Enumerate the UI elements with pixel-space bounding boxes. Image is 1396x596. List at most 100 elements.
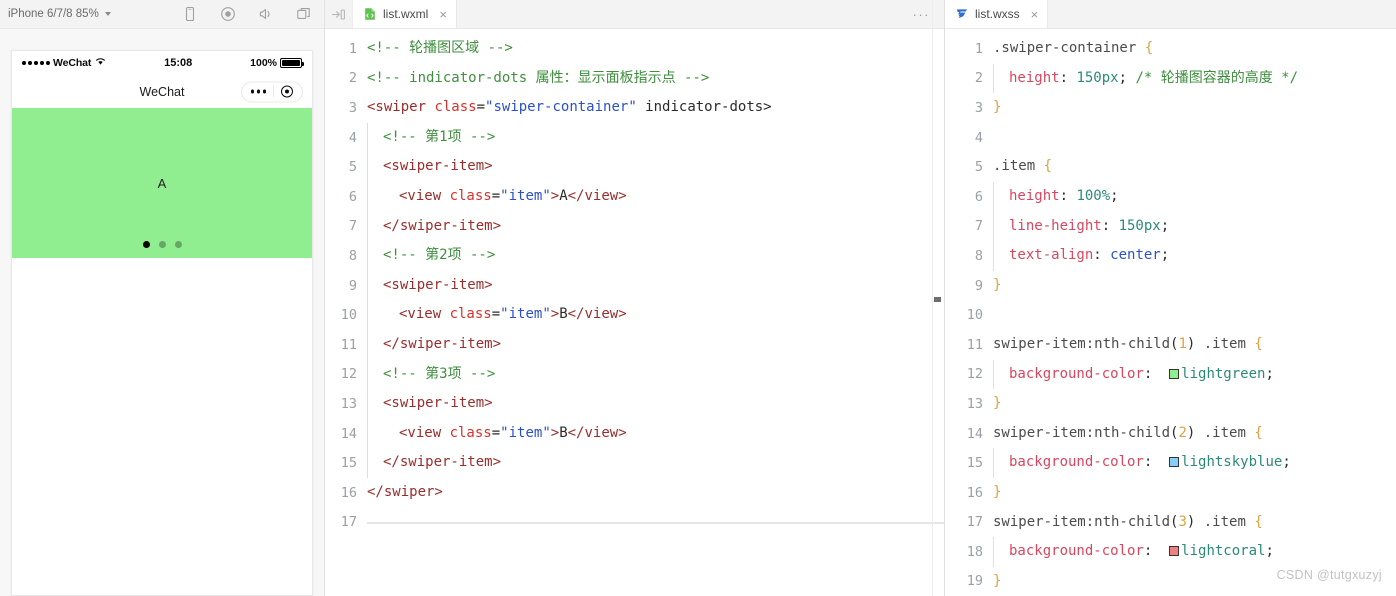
tab-label: list.wxml xyxy=(383,7,428,21)
code-line[interactable]: 7line-height: 150px; xyxy=(945,212,1396,242)
color-swatch-icon[interactable] xyxy=(1169,457,1179,467)
code-line[interactable]: 15background-color: lightskyblue; xyxy=(945,448,1396,478)
scrollbar-thumb[interactable] xyxy=(934,297,941,302)
sound-icon[interactable] xyxy=(258,6,274,22)
code-line[interactable]: 10 xyxy=(945,300,1396,330)
code-line-text[interactable]: <!-- indicator-dots 属性：显示面板指示点 --> xyxy=(367,64,944,94)
tab-list-wxml[interactable]: list.wxml × xyxy=(353,0,457,28)
code-line[interactable]: 14<view class="item">B</view> xyxy=(325,419,944,449)
code-line[interactable]: 12<!-- 第3项 --> xyxy=(325,360,944,390)
swiper-indicator-dots[interactable] xyxy=(12,241,312,248)
code-line[interactable]: 8<!-- 第2项 --> xyxy=(325,241,944,271)
code-line-text[interactable]: height: 150px; /* 轮播图容器的高度 */ xyxy=(993,64,1396,94)
code-line-text[interactable]: <!-- 轮播图区域 --> xyxy=(367,34,944,64)
code-line-text[interactable]: <swiper-item> xyxy=(367,389,944,419)
phone-icon[interactable] xyxy=(182,6,198,22)
wxml-code-area[interactable]: 1<!-- 轮播图区域 -->2<!-- indicator-dots 属性：显… xyxy=(325,29,944,596)
code-line-text[interactable]: swiper-item:nth-child(3) .item { xyxy=(993,508,1396,538)
code-line-text[interactable]: } xyxy=(993,389,1396,419)
tab-list-wxss[interactable]: list.wxss × xyxy=(945,0,1048,28)
code-line[interactable]: 3<swiper class="swiper-container" indica… xyxy=(325,93,944,123)
wxml-scrollbar[interactable] xyxy=(932,29,944,596)
color-swatch-icon[interactable] xyxy=(1169,369,1179,379)
code-line[interactable]: 8text-align: center; xyxy=(945,241,1396,271)
code-line[interactable]: 10<view class="item">B</view> xyxy=(325,300,944,330)
code-line-text[interactable]: } xyxy=(993,478,1396,508)
code-line[interactable]: 18background-color: lightcoral; xyxy=(945,537,1396,567)
swiper-container[interactable]: A xyxy=(12,108,312,258)
code-line[interactable]: 17swiper-item:nth-child(3) .item { xyxy=(945,508,1396,538)
code-line-text[interactable]: <swiper-item> xyxy=(367,152,944,182)
code-line-text[interactable]: </swiper-item> xyxy=(367,330,944,360)
code-line-text[interactable]: background-color: lightcoral; xyxy=(993,537,1396,567)
code-line-text[interactable]: } xyxy=(993,271,1396,301)
line-number: 8 xyxy=(945,248,993,264)
code-line-text[interactable]: swiper-item:nth-child(2) .item { xyxy=(993,419,1396,449)
indicator-dot-1[interactable] xyxy=(143,241,150,248)
code-line-text[interactable]: swiper-item:nth-child(1) .item { xyxy=(993,330,1396,360)
code-line-text[interactable]: height: 100%; xyxy=(993,182,1396,212)
code-line-text[interactable]: <swiper class="swiper-container" indicat… xyxy=(367,93,944,123)
code-line-text[interactable]: </swiper> xyxy=(367,478,944,508)
code-line-text[interactable]: <!-- 第3项 --> xyxy=(367,360,944,390)
indicator-dot-2[interactable] xyxy=(159,241,166,248)
close-icon[interactable]: × xyxy=(439,8,447,21)
code-line[interactable]: 4<!-- 第1项 --> xyxy=(325,123,944,153)
code-line[interactable]: 1.swiper-container { xyxy=(945,34,1396,64)
code-line[interactable]: 16} xyxy=(945,478,1396,508)
code-line-text[interactable]: <view class="item">B</view> xyxy=(367,300,944,330)
code-line[interactable]: 13} xyxy=(945,389,1396,419)
code-line[interactable]: 16</swiper> xyxy=(325,478,944,508)
more-menu-icon[interactable] xyxy=(251,90,267,94)
code-line[interactable]: 6height: 100%; xyxy=(945,182,1396,212)
code-line-text[interactable]: .item { xyxy=(993,152,1396,182)
code-line[interactable]: 15</swiper-item> xyxy=(325,448,944,478)
code-line[interactable]: 4 xyxy=(945,123,1396,153)
record-icon[interactable] xyxy=(220,6,236,22)
code-line-text[interactable]: .swiper-container { xyxy=(993,34,1396,64)
multiscreen-icon[interactable] xyxy=(296,6,312,22)
collapse-panel-icon[interactable] xyxy=(325,0,353,28)
code-line[interactable]: 2height: 150px; /* 轮播图容器的高度 */ xyxy=(945,64,1396,94)
code-line-text[interactable]: </swiper-item> xyxy=(367,212,944,242)
code-line[interactable]: 1<!-- 轮播图区域 --> xyxy=(325,34,944,64)
color-swatch-icon[interactable] xyxy=(1169,546,1179,556)
code-line[interactable]: 9<swiper-item> xyxy=(325,271,944,301)
code-token: } xyxy=(993,573,1001,589)
line-number: 10 xyxy=(945,307,993,323)
close-icon[interactable]: × xyxy=(1031,8,1039,21)
code-line[interactable]: 6<view class="item">A</view> xyxy=(325,182,944,212)
code-line[interactable]: 9} xyxy=(945,271,1396,301)
code-line-text[interactable]: <!-- 第2项 --> xyxy=(367,241,944,271)
code-token: : xyxy=(1144,454,1169,470)
code-line[interactable]: 11</swiper-item> xyxy=(325,330,944,360)
wxss-code-area[interactable]: 1.swiper-container {2height: 150px; /* 轮… xyxy=(945,29,1396,596)
code-line-text[interactable]: <view class="item">B</view> xyxy=(367,419,944,449)
code-line[interactable]: 5.item { xyxy=(945,152,1396,182)
code-line[interactable]: 5<swiper-item> xyxy=(325,152,944,182)
code-line-text[interactable]: background-color: lightskyblue; xyxy=(993,448,1396,478)
line-number: 11 xyxy=(945,337,993,353)
code-line-text[interactable]: </swiper-item> xyxy=(367,448,944,478)
code-line[interactable]: 12background-color: lightgreen; xyxy=(945,360,1396,390)
device-selector[interactable]: iPhone 6/7/8 85% xyxy=(8,8,111,20)
editor-more-menu-icon[interactable]: ··· xyxy=(899,0,945,28)
code-line[interactable]: 7</swiper-item> xyxy=(325,212,944,242)
code-line[interactable]: 14swiper-item:nth-child(2) .item { xyxy=(945,419,1396,449)
close-miniprogram-icon[interactable] xyxy=(281,86,293,98)
code-line-text[interactable]: <swiper-item> xyxy=(367,271,944,301)
code-line-text[interactable]: line-height: 150px; xyxy=(993,212,1396,242)
code-line[interactable]: 11swiper-item:nth-child(1) .item { xyxy=(945,330,1396,360)
code-line-text[interactable]: text-align: center; xyxy=(993,241,1396,271)
wechat-capsule-button[interactable] xyxy=(241,81,303,102)
code-line-text[interactable]: } xyxy=(993,93,1396,123)
code-line[interactable]: 13<swiper-item> xyxy=(325,389,944,419)
code-line[interactable]: 2<!-- indicator-dots 属性：显示面板指示点 --> xyxy=(325,64,944,94)
indicator-dot-3[interactable] xyxy=(175,241,182,248)
code-line-text[interactable]: <!-- 第1项 --> xyxy=(367,123,944,153)
code-line[interactable]: 17 xyxy=(325,508,944,538)
code-line-text[interactable]: <view class="item">A</view> xyxy=(367,182,944,212)
code-token: swiper-item:nth-child xyxy=(993,336,1170,352)
code-line-text[interactable]: background-color: lightgreen; xyxy=(993,360,1396,390)
code-line[interactable]: 3} xyxy=(945,93,1396,123)
